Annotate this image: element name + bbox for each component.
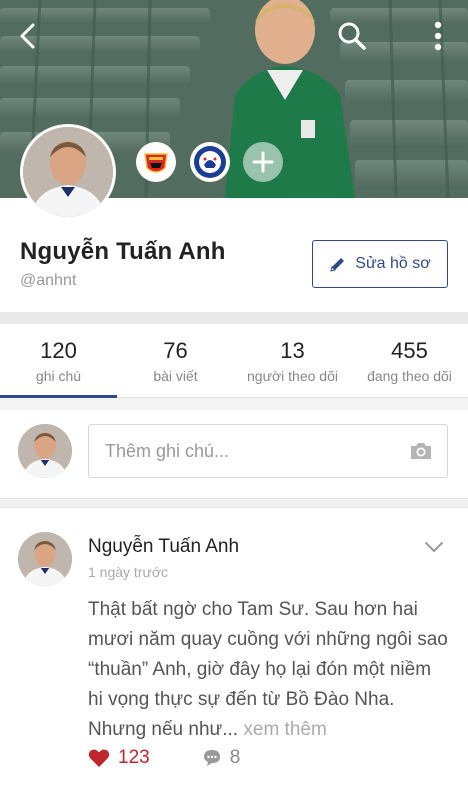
see-more-link[interactable]: xem thêm: [243, 719, 326, 740]
avatar-image: [18, 424, 72, 478]
comment-count: 8: [229, 747, 241, 768]
like-button[interactable]: 123: [88, 747, 150, 769]
post-author-name[interactable]: Nguyễn Tuấn Anh: [88, 536, 239, 558]
post-options-button[interactable]: [424, 540, 444, 559]
profile-handle: @anhnt: [20, 272, 77, 289]
stat-label: bài viết: [153, 368, 198, 384]
tab-followers[interactable]: 13 người theo dõi: [234, 324, 351, 397]
stat-number: 120: [40, 338, 77, 363]
stat-label: ghi chú: [35, 368, 82, 384]
profile-name: Nguyễn Tuấn Anh: [20, 238, 226, 265]
avatar-image: [18, 532, 72, 586]
stat-number: 13: [280, 338, 305, 363]
comment-button[interactable]: 8: [202, 747, 241, 769]
post-actions: 123 8: [88, 744, 240, 772]
profile-stats-tabs: 120 ghi chú 76 bài viết 13 người theo dõ…: [0, 324, 468, 398]
comment-icon: [203, 750, 220, 766]
stat-label: đang theo dõi: [367, 368, 452, 384]
section-divider: [0, 498, 468, 508]
manchester-united-badge-icon: [139, 145, 173, 179]
heart-icon: [88, 749, 110, 767]
compose-avatar: [18, 424, 72, 478]
post-author-avatar[interactable]: [18, 532, 72, 586]
stat-number: 76: [163, 338, 188, 363]
add-note-placeholder: Thêm ghi chú...: [105, 440, 230, 461]
search-icon: [338, 22, 366, 50]
club-badge-chelsea[interactable]: [190, 142, 230, 182]
tab-posts[interactable]: 76 bài viết: [117, 324, 234, 397]
tab-following[interactable]: 455 đang theo dõi: [351, 324, 468, 397]
more-menu-button[interactable]: [418, 16, 458, 56]
tab-notes[interactable]: 120 ghi chú: [0, 324, 117, 398]
section-divider: [0, 312, 468, 324]
plus-icon: [252, 151, 274, 173]
back-chevron-icon: [20, 23, 35, 49]
back-button[interactable]: [8, 16, 48, 56]
add-note-input[interactable]: Thêm ghi chú...: [88, 424, 448, 478]
edit-profile-button[interactable]: Sửa hồ sơ: [312, 240, 448, 288]
club-badge-manchester-united[interactable]: [136, 142, 176, 182]
chelsea-badge-icon: [192, 144, 228, 180]
chevron-down-icon: [425, 542, 443, 552]
post-body: Thật bất ngờ cho Tam Sư. Sau hơn hai mươ…: [88, 595, 448, 745]
avatar-image: [23, 127, 113, 217]
camera-icon[interactable]: [409, 441, 433, 461]
search-button[interactable]: [332, 16, 372, 56]
add-club-button[interactable]: [243, 142, 283, 182]
profile-avatar[interactable]: [20, 124, 116, 220]
section-divider: [0, 398, 468, 410]
post-timestamp: 1 ngày trước: [88, 564, 169, 580]
stat-number: 455: [391, 338, 428, 363]
stat-label: người theo dõi: [247, 368, 338, 384]
pencil-icon: [330, 258, 345, 272]
top-bar: [0, 0, 468, 72]
more-vertical-icon: [434, 21, 442, 51]
edit-profile-label: Sửa hồ sơ: [355, 255, 431, 272]
like-count: 123: [118, 747, 150, 768]
